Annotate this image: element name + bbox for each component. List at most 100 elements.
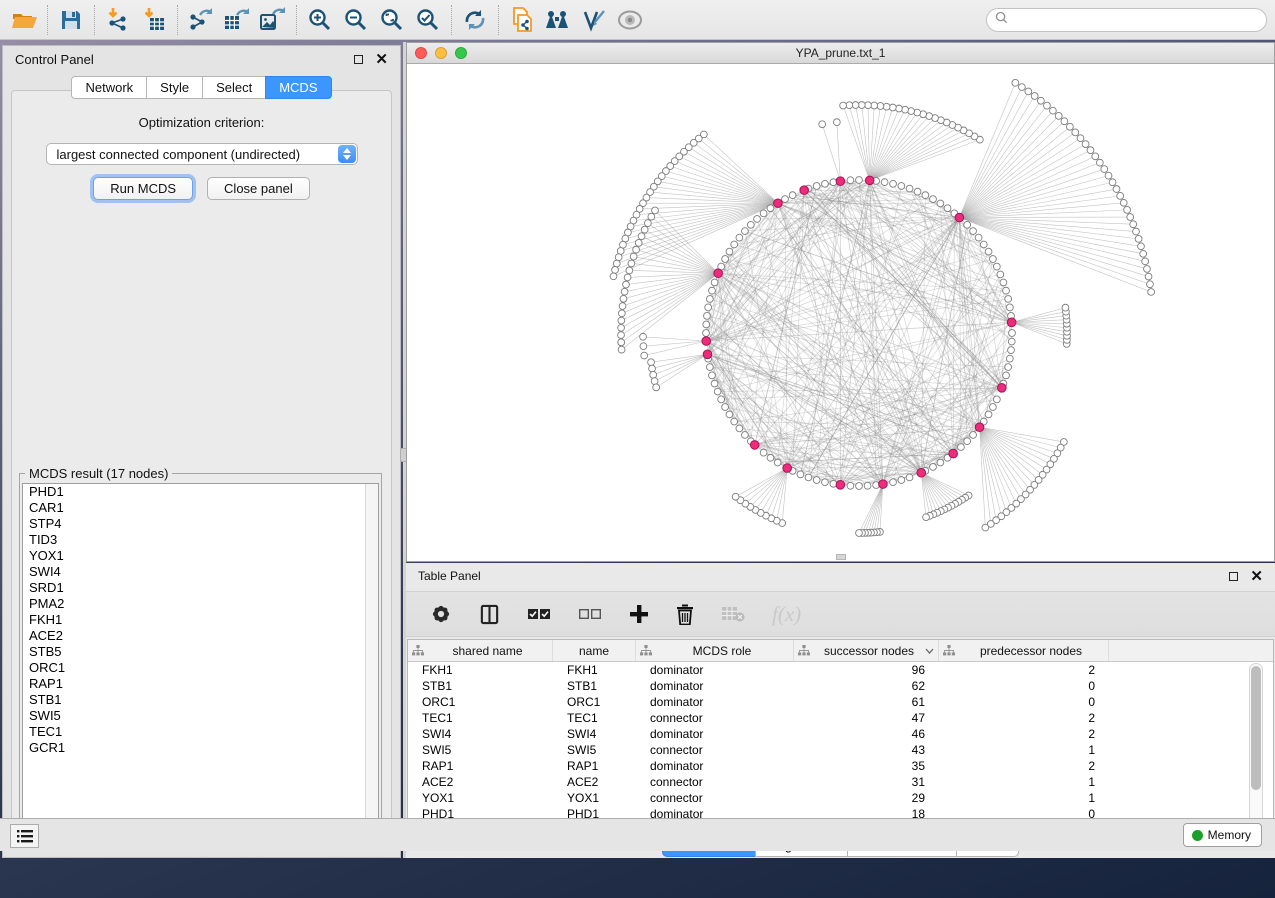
mcds-hub-node[interactable] bbox=[917, 468, 926, 477]
network-node[interactable] bbox=[1005, 296, 1012, 303]
network-node[interactable] bbox=[930, 464, 937, 471]
network-node[interactable] bbox=[709, 287, 716, 294]
network-node[interactable] bbox=[1055, 112, 1062, 119]
network-node[interactable] bbox=[1140, 250, 1147, 257]
hide-details-icon[interactable] bbox=[576, 4, 612, 36]
zoom-in-icon[interactable] bbox=[302, 4, 338, 36]
select-all-icon[interactable] bbox=[527, 607, 551, 621]
zoom-out-icon[interactable] bbox=[338, 4, 374, 36]
network-node[interactable] bbox=[618, 317, 625, 324]
mcds-hub-node[interactable] bbox=[703, 350, 712, 359]
network-node[interactable] bbox=[1061, 118, 1068, 125]
network-node[interactable] bbox=[1109, 179, 1116, 186]
import-network-icon[interactable] bbox=[100, 4, 136, 36]
float-table-panel-icon[interactable] bbox=[1229, 572, 1238, 581]
network-node[interactable] bbox=[641, 352, 648, 359]
network-node[interactable] bbox=[641, 226, 648, 233]
network-node[interactable] bbox=[618, 324, 625, 331]
network-node[interactable] bbox=[930, 196, 937, 203]
network-node[interactable] bbox=[1003, 372, 1010, 379]
network-node[interactable] bbox=[985, 411, 992, 418]
network-node[interactable] bbox=[736, 234, 743, 241]
network-node[interactable] bbox=[760, 449, 767, 456]
gear-icon[interactable] bbox=[430, 603, 452, 625]
table-row[interactable]: SWI4SWI4dominator462 bbox=[408, 726, 1273, 742]
network-node[interactable] bbox=[985, 248, 992, 255]
columns-icon[interactable] bbox=[479, 604, 500, 625]
network-node[interactable] bbox=[726, 411, 733, 418]
network-node[interactable] bbox=[883, 103, 890, 110]
list-item[interactable]: RAP1 bbox=[23, 676, 378, 692]
network-node[interactable] bbox=[1142, 258, 1149, 265]
network-node[interactable] bbox=[1012, 79, 1019, 86]
network-node[interactable] bbox=[653, 384, 660, 391]
network-node[interactable] bbox=[706, 296, 713, 303]
network-node[interactable] bbox=[648, 213, 655, 220]
network-node[interactable] bbox=[789, 192, 796, 199]
mcds-hub-node[interactable] bbox=[1007, 318, 1016, 327]
mcds-hub-node[interactable] bbox=[783, 464, 792, 473]
network-node[interactable] bbox=[621, 288, 628, 295]
table-row[interactable]: YOX1YOX1connector291 bbox=[408, 790, 1273, 806]
network-node[interactable] bbox=[923, 514, 930, 521]
network-node[interactable] bbox=[1130, 221, 1137, 228]
table-scrollbar[interactable] bbox=[1249, 663, 1263, 829]
network-node[interactable] bbox=[1082, 141, 1089, 148]
tab-select[interactable]: Select bbox=[202, 76, 266, 99]
network-node[interactable] bbox=[922, 192, 929, 199]
deselect-all-icon[interactable] bbox=[578, 607, 602, 621]
list-item[interactable]: PHD1 bbox=[23, 484, 378, 500]
network-node[interactable] bbox=[980, 241, 987, 248]
network-node[interactable] bbox=[726, 248, 733, 255]
network-node[interactable] bbox=[1138, 243, 1145, 250]
open-icon[interactable] bbox=[6, 4, 42, 36]
network-node[interactable] bbox=[847, 482, 854, 489]
network-node[interactable] bbox=[889, 104, 896, 111]
network-node[interactable] bbox=[1127, 214, 1134, 221]
network-node[interactable] bbox=[1062, 304, 1069, 311]
network-node[interactable] bbox=[615, 254, 622, 261]
network-node[interactable] bbox=[890, 479, 897, 486]
network-node[interactable] bbox=[1009, 330, 1016, 337]
task-history-button[interactable] bbox=[10, 824, 39, 848]
list-item[interactable]: ORC1 bbox=[23, 660, 378, 676]
list-item[interactable]: SWI5 bbox=[23, 708, 378, 724]
save-icon[interactable] bbox=[53, 4, 89, 36]
network-node[interactable] bbox=[709, 372, 716, 379]
network-node[interactable] bbox=[1072, 129, 1079, 136]
network-node[interactable] bbox=[638, 233, 645, 240]
tab-network[interactable]: Network bbox=[71, 76, 147, 99]
network-node[interactable] bbox=[1135, 235, 1142, 242]
network-node[interactable] bbox=[813, 183, 820, 190]
list-item[interactable]: ACE2 bbox=[23, 628, 378, 644]
network-node[interactable] bbox=[997, 271, 1004, 278]
mcds-hub-node[interactable] bbox=[774, 199, 783, 208]
network-node[interactable] bbox=[1037, 97, 1044, 104]
network-node[interactable] bbox=[703, 321, 710, 328]
network-node[interactable] bbox=[990, 256, 997, 263]
network-node[interactable] bbox=[822, 479, 829, 486]
tab-mcds[interactable]: MCDS bbox=[265, 76, 331, 99]
network-node[interactable] bbox=[898, 183, 905, 190]
network-node[interactable] bbox=[618, 346, 625, 353]
table-row[interactable]: SWI5SWI5connector431 bbox=[408, 742, 1273, 758]
network-node[interactable] bbox=[732, 493, 739, 500]
run-mcds-button[interactable]: Run MCDS bbox=[93, 177, 193, 200]
network-node[interactable] bbox=[760, 210, 767, 217]
first-neighbors-icon[interactable] bbox=[540, 4, 576, 36]
network-node[interactable] bbox=[1049, 107, 1056, 114]
network-node[interactable] bbox=[610, 273, 617, 280]
network-node[interactable] bbox=[1018, 84, 1025, 91]
column-header-predecessor-nodes[interactable]: predecessor nodes bbox=[939, 640, 1109, 661]
network-node[interactable] bbox=[1003, 287, 1010, 294]
table-row[interactable]: TEC1TEC1connector472 bbox=[408, 710, 1273, 726]
network-node[interactable] bbox=[970, 432, 977, 439]
network-node[interactable] bbox=[1105, 172, 1112, 179]
network-node[interactable] bbox=[993, 396, 1000, 403]
refresh-icon[interactable] bbox=[457, 4, 493, 36]
network-node[interactable] bbox=[731, 241, 738, 248]
network-node[interactable] bbox=[651, 378, 658, 385]
network-node[interactable] bbox=[1124, 206, 1131, 213]
table-scrollbar-thumb[interactable] bbox=[1251, 666, 1261, 790]
zoom-selected-icon[interactable] bbox=[410, 4, 446, 36]
